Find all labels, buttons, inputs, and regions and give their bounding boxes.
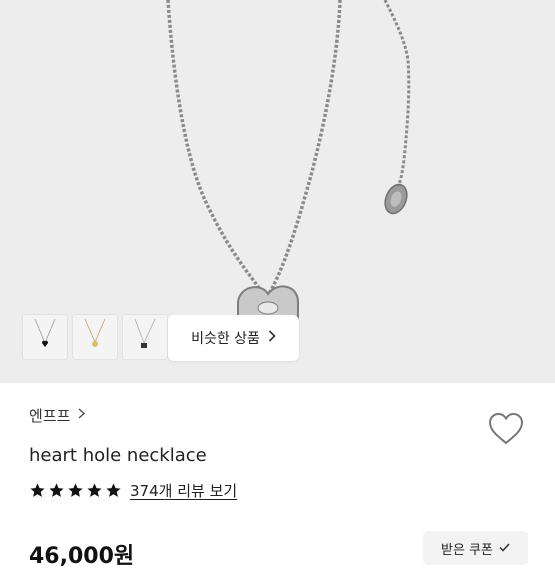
thumbnail-3[interactable] [122, 314, 168, 360]
star-filled-icon [30, 483, 45, 497]
product-info: 엔프프 heart hole necklace 374개 리뷰 보기 [29, 405, 555, 501]
thumbnail-2[interactable] [72, 314, 118, 360]
product-title: heart hole necklace [29, 445, 207, 466]
coupon-button[interactable]: 받은 쿠폰 [423, 531, 528, 565]
star-rating [29, 482, 122, 499]
product-price: 46,000원 [29, 544, 135, 569]
heart-outline-icon [488, 412, 524, 445]
chevron-right-icon [78, 408, 86, 423]
wishlist-button[interactable] [487, 411, 525, 447]
similar-thumbnails [22, 314, 168, 360]
reviews-link[interactable]: 374개 리뷰 보기 [130, 480, 237, 501]
brand-name: 엔프프 [29, 407, 71, 425]
brand-link[interactable]: 엔프프 [29, 405, 555, 426]
check-icon [499, 541, 510, 556]
star-filled-icon [68, 483, 83, 497]
similar-products-button[interactable]: 비슷한 상품 [168, 315, 299, 361]
necklace-thumb-image [84, 318, 106, 347]
product-image-area[interactable]: 비슷한 상품 [0, 0, 555, 383]
necklace-thumb-image [134, 318, 156, 348]
necklace-thumb-image [34, 318, 56, 347]
star-filled-icon [87, 483, 102, 497]
star-filled-icon [106, 483, 121, 497]
thumbnail-1[interactable] [22, 314, 68, 360]
star-filled-icon [49, 483, 64, 497]
similar-products-label: 비슷한 상품 [191, 331, 260, 347]
chevron-right-icon [268, 330, 276, 346]
rating-row: 374개 리뷰 보기 [29, 480, 555, 501]
